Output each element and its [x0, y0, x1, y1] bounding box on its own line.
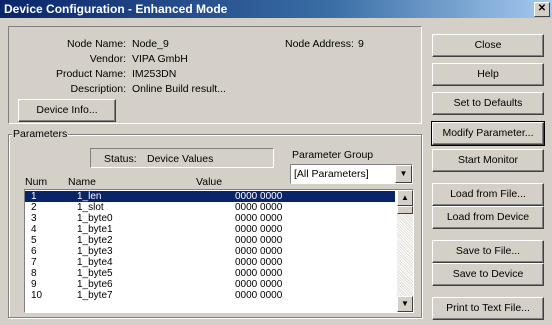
print-to-text-file-button-label: Print to Text File... — [446, 302, 530, 314]
node-address-value: 9 — [358, 38, 364, 50]
close-window-icon[interactable]: ✕ — [534, 2, 550, 17]
vendor-label: Vendor: — [89, 53, 126, 65]
column-name-header: Name — [68, 176, 97, 188]
column-value-header: Value — [196, 176, 223, 188]
load-from-file-button-label: Load from File... — [450, 188, 526, 200]
list-scrollbar[interactable]: ▲ ▼ — [397, 190, 413, 312]
device-info-button[interactable]: Device Info... — [18, 99, 116, 122]
save-to-file-button[interactable]: Save to File... — [432, 240, 544, 263]
save-to-device-button[interactable]: Save to Device — [432, 263, 544, 286]
column-num-header: Num — [25, 176, 48, 188]
vendor-value: VIPA GmbH — [132, 53, 188, 65]
table-row[interactable]: 8 1_byte5 0000 0000 — [25, 268, 395, 279]
help-button[interactable]: Help — [432, 63, 544, 86]
set-defaults-button-label: Set to Defaults — [453, 97, 523, 109]
description-label: Description: — [70, 83, 126, 95]
window-title: Device Configuration - Enhanced Mode — [4, 2, 228, 16]
node-name-value: Node_9 — [132, 38, 169, 50]
table-row[interactable]: 1 1_len 0000 0000 — [25, 191, 395, 202]
modify-parameter-button-label: Modify Parameter... — [442, 127, 534, 139]
parameter-group-value: [All Parameters] — [294, 168, 369, 180]
print-to-text-file-button[interactable]: Print to Text File... — [432, 297, 544, 320]
table-row[interactable]: 10 1_byte7 0000 0000 — [25, 290, 395, 301]
table-row[interactable]: 6 1_byte3 0000 0000 — [25, 246, 395, 257]
load-from-device-button[interactable]: Load from Device — [432, 206, 544, 229]
title-bar: Device Configuration - Enhanced Mode ✕ — [0, 0, 552, 18]
scroll-thumb[interactable] — [397, 206, 413, 214]
load-from-device-button-label: Load from Device — [446, 211, 530, 223]
table-row[interactable]: 7 1_byte4 0000 0000 — [25, 257, 395, 268]
help-button-label: Help — [477, 68, 499, 80]
node-name-label: Node Name: — [67, 38, 126, 50]
start-monitor-button-label: Start Monitor — [457, 154, 519, 166]
save-to-file-button-label: Save to File... — [455, 245, 521, 257]
table-row[interactable]: 3 1_byte0 0000 0000 — [25, 213, 395, 224]
set-defaults-button[interactable]: Set to Defaults — [432, 92, 544, 115]
device-info-button-label: Device Info... — [36, 104, 98, 116]
save-to-device-button-label: Save to Device — [452, 268, 524, 280]
close-button-label: Close — [474, 39, 502, 51]
table-row[interactable]: 4 1_byte1 0000 0000 — [25, 224, 395, 235]
table-row[interactable]: 9 1_byte6 0000 0000 — [25, 279, 395, 290]
parameter-group-select[interactable]: [All Parameters] ▼ — [290, 164, 413, 184]
scroll-up-icon[interactable]: ▲ — [397, 190, 413, 206]
product-name-label: Product Name: — [55, 68, 126, 80]
scroll-down-icon[interactable]: ▼ — [397, 296, 413, 312]
start-monitor-button[interactable]: Start Monitor — [432, 149, 544, 172]
table-row[interactable]: 5 1_byte2 0000 0000 — [25, 235, 395, 246]
status-value: Device Values — [147, 153, 214, 165]
status-label: Status: — [104, 153, 137, 165]
parameter-group-label: Parameter Group — [292, 149, 374, 161]
modify-parameter-button[interactable]: Modify Parameter... — [431, 121, 545, 146]
node-address-label: Node Address: — [285, 38, 354, 50]
table-row[interactable]: 2 1_slot 0000 0000 — [25, 202, 395, 213]
description-value: Online Build result... — [132, 83, 226, 95]
chevron-down-icon[interactable]: ▼ — [395, 165, 412, 183]
load-from-file-button[interactable]: Load from File... — [432, 183, 544, 206]
close-button[interactable]: Close — [432, 34, 544, 57]
parameter-list[interactable]: 1 1_len 0000 0000 2 1_slot 0000 0000 3 1_byte… — [24, 189, 414, 313]
product-name-value: IM253DN — [132, 68, 177, 80]
parameters-group-label: Parameters — [12, 128, 69, 140]
